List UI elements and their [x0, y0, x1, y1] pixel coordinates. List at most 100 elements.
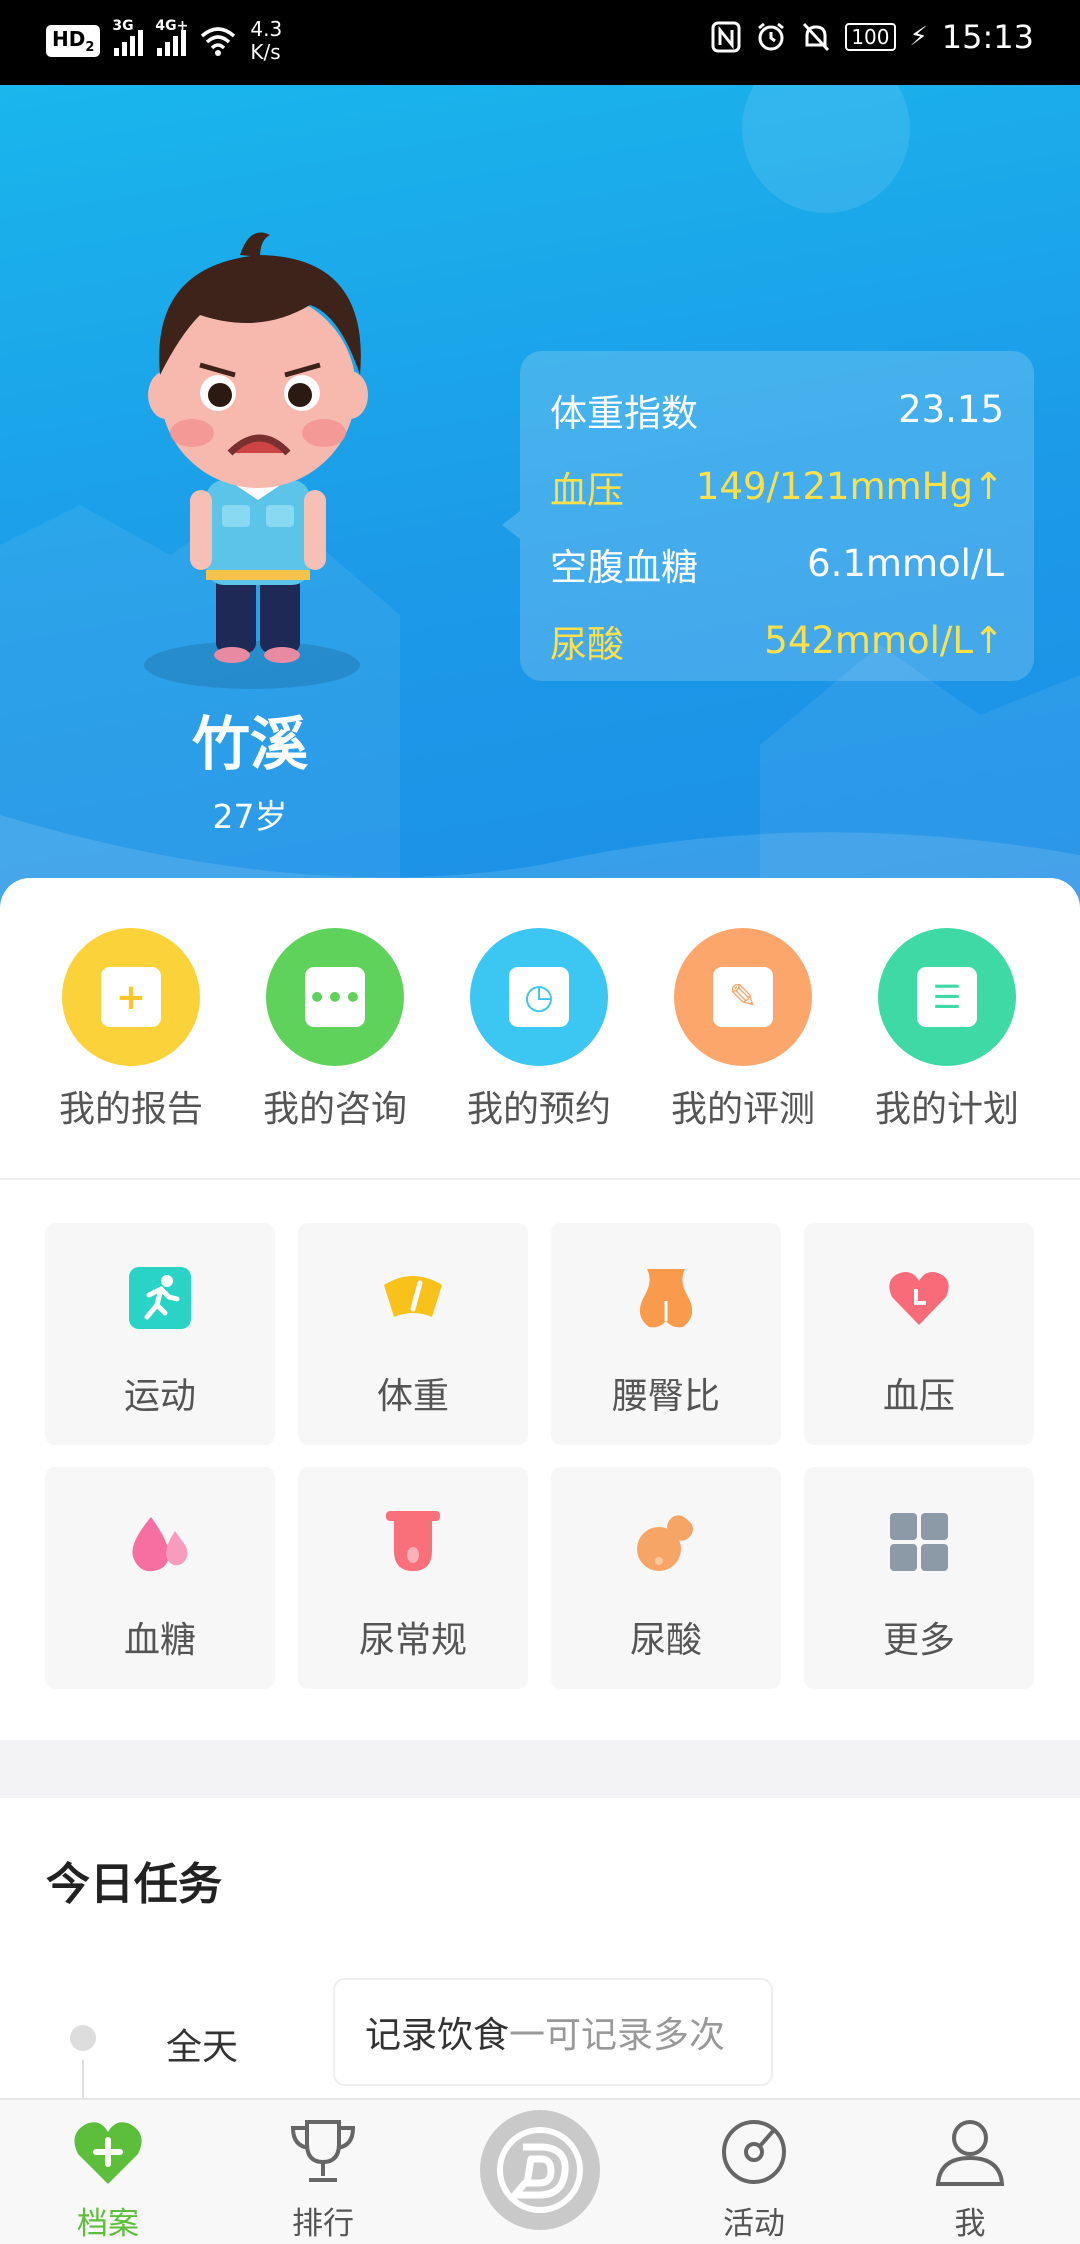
- network-type-1: 3G: [112, 18, 134, 34]
- metric-label: 体重指数: [550, 391, 698, 435]
- quick-action-report[interactable]: + 我的报告: [29, 928, 233, 1132]
- report-icon: +: [62, 928, 200, 1066]
- quick-action-label: 我的预约: [466, 1089, 611, 1130]
- quick-action-consult[interactable]: ••• 我的咨询: [233, 928, 437, 1132]
- status-left: HD2 3G 4G+ 4.3 K/s: [46, 18, 282, 64]
- category-label: 尿常规: [358, 1620, 467, 1661]
- battery-indicator: 100: [845, 23, 896, 51]
- metric-label: 血压: [550, 468, 624, 512]
- clock-time: 15:13: [941, 18, 1034, 56]
- sim-slot: 2: [85, 40, 95, 55]
- quick-actions: + 我的报告 ••• 我的咨询 ◷ 我的预约 ✎ 我的评测 ☰ 我的计划: [0, 928, 1080, 1130]
- signal-icon-1: 3G: [112, 18, 144, 56]
- avatar-illustration: [144, 232, 368, 689]
- category-label: 体重: [376, 1376, 449, 1417]
- mute-bell-icon: [803, 22, 830, 52]
- nav-tab-activity[interactable]: 活动: [679, 2114, 829, 2243]
- net-speed-value: 4.3: [250, 17, 283, 41]
- metric-value: 149/121mmHg↑: [695, 465, 1004, 508]
- network-type-2: 4G+: [155, 18, 189, 34]
- nfc-icon: [711, 21, 741, 53]
- category-more[interactable]: 更多: [804, 1467, 1034, 1689]
- quick-action-label: 我的评测: [670, 1089, 815, 1130]
- quick-action-label: 我的咨询: [262, 1089, 407, 1130]
- timeline-line: [82, 2060, 84, 2100]
- heart-icon: [889, 1272, 949, 1325]
- task-text: 记录饮食: [365, 2015, 510, 2056]
- person-icon: [935, 2120, 1005, 2186]
- category-exercise[interactable]: 运动: [45, 1223, 275, 1445]
- nav-label: 档案: [77, 2206, 139, 2242]
- tasks-title: 今日任务: [46, 1859, 222, 1910]
- section-spacer: [0, 1740, 1080, 1798]
- nav-tab-me[interactable]: 我: [895, 2114, 1045, 2243]
- category-blood-sugar[interactable]: 血糖: [45, 1467, 275, 1689]
- waist-hip-icon: [639, 1269, 693, 1328]
- user-age: 27岁: [212, 797, 288, 836]
- net-speed: 4.3 K/s: [250, 18, 282, 64]
- metric-row-uric-acid: 尿酸 542mmol/L↑: [550, 602, 1004, 679]
- bottom-nav: 档案 排行 活动 我: [0, 2098, 1080, 2244]
- nav-tab-ranking[interactable]: 排行: [248, 2114, 398, 2243]
- grid-icon: [890, 1513, 948, 1571]
- running-icon: [129, 1267, 191, 1329]
- test-tube-icon: [386, 1511, 440, 1571]
- plan-icon: ☰: [878, 928, 1016, 1066]
- hd-label: HD: [52, 27, 86, 51]
- brand-logo-icon: [497, 2127, 583, 2213]
- category-urine-routine[interactable]: 尿常规: [298, 1467, 528, 1689]
- signal-icon-2: 4G+: [155, 18, 188, 56]
- metric-value: 6.1mmol/L: [807, 542, 1004, 585]
- charging-icon: ⚡: [909, 22, 928, 52]
- nav-tab-records[interactable]: 档案: [33, 2114, 183, 2243]
- metric-row-fasting-glucose: 空腹血糖 6.1mmol/L: [550, 525, 1004, 602]
- task-hint: 一可记录多次: [509, 2015, 726, 2056]
- scale-icon: [384, 1276, 442, 1317]
- quick-action-label: 我的报告: [58, 1089, 203, 1130]
- heart-plus-icon: [74, 2122, 142, 2184]
- category-label: 血压: [882, 1376, 955, 1417]
- quick-action-label: 我的计划: [874, 1089, 1019, 1130]
- quick-action-appointment[interactable]: ◷ 我的预约: [437, 928, 641, 1132]
- metric-label: 尿酸: [550, 622, 624, 666]
- metric-value: 542mmol/L↑: [764, 619, 1004, 662]
- quick-action-assessment[interactable]: ✎ 我的评测: [641, 928, 845, 1132]
- compass-icon: [722, 2120, 786, 2184]
- status-right: 100 ⚡ 15:13: [711, 18, 1034, 56]
- user-name: 竹溪: [191, 710, 308, 778]
- category-label: 尿酸: [629, 1620, 702, 1661]
- profile-header: 竹溪 27岁 体重指数 23.15 血压 149/121mmHg↑ 空腹血糖 6…: [0, 85, 1080, 925]
- center-logo-button[interactable]: [480, 2110, 600, 2230]
- category-uric-acid[interactable]: 尿酸: [551, 1467, 781, 1689]
- decor-circle: [742, 85, 910, 213]
- alarm-icon: [758, 22, 785, 51]
- category-blood-pressure[interactable]: 血压: [804, 1223, 1034, 1445]
- task-time: 全天: [166, 2027, 239, 2068]
- category-label: 血糖: [123, 1620, 196, 1661]
- task-card-diet[interactable]: 记录饮食 一可记录多次: [333, 1978, 773, 2086]
- clock-icon: ◷: [470, 928, 608, 1066]
- health-metrics-card[interactable]: 体重指数 23.15 血压 149/121mmHg↑ 空腹血糖 6.1mmol/…: [502, 351, 1034, 681]
- wifi-icon: [201, 27, 236, 56]
- metric-label: 空腹血糖: [550, 545, 698, 589]
- timeline-dot: [70, 2025, 96, 2051]
- status-bar: HD2 3G 4G+ 4.3 K/s 100 ⚡ 15:13: [0, 0, 1080, 85]
- chat-icon: •••: [266, 928, 404, 1066]
- nav-label: 排行: [292, 2206, 354, 2242]
- metric-row-bmi: 体重指数 23.15: [550, 371, 1004, 448]
- category-label: 更多: [882, 1620, 955, 1661]
- category-label: 运动: [123, 1376, 196, 1417]
- category-waist-hip[interactable]: 腰臀比: [551, 1223, 781, 1445]
- nav-label: 我: [954, 2206, 986, 2242]
- avatar[interactable]: [110, 195, 400, 765]
- nav-label: 活动: [723, 2206, 785, 2242]
- category-weight[interactable]: 体重: [298, 1223, 528, 1445]
- hd-badge: HD2: [46, 25, 101, 57]
- metric-row-blood-pressure: 血压 149/121mmHg↑: [550, 448, 1004, 525]
- trophy-icon: [290, 2120, 356, 2182]
- main-panel: + 我的报告 ••• 我的咨询 ◷ 我的预约 ✎ 我的评测 ☰ 我的计划 运动 …: [0, 878, 1080, 1738]
- section-divider: [0, 1178, 1080, 1180]
- quick-action-plan[interactable]: ☰ 我的计划: [845, 928, 1049, 1132]
- uric-acid-icon: [637, 1515, 693, 1571]
- category-label: 腰臀比: [611, 1376, 720, 1417]
